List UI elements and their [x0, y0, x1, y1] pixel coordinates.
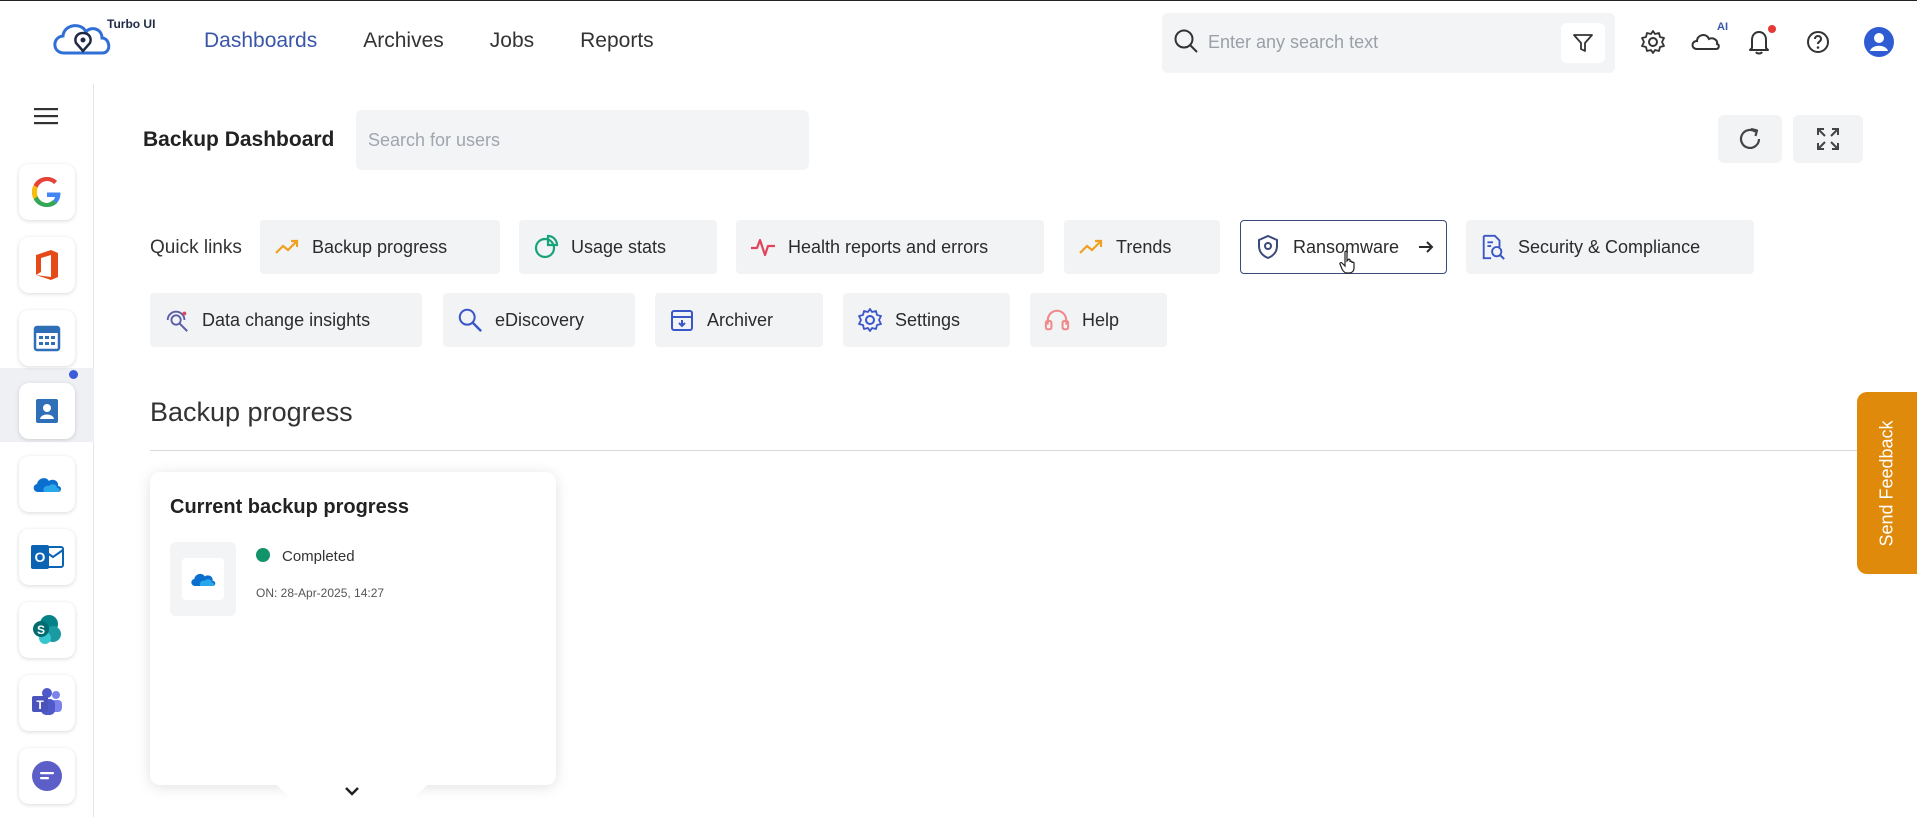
quick-link-label: Data change insights: [202, 309, 371, 330]
status-text: Completed: [282, 548, 355, 565]
quick-link-backup-progress[interactable]: Backup progress: [260, 220, 500, 274]
quick-link-label: Trends: [1116, 236, 1172, 257]
sidebar-app-chat[interactable]: [19, 748, 75, 804]
app-name: Turbo UI: [107, 17, 156, 31]
sidebar-app-google[interactable]: [19, 164, 75, 220]
shield-icon: [1255, 234, 1281, 260]
sidebar-app-sharepoint[interactable]: S: [19, 602, 75, 658]
gear-icon: [1641, 30, 1665, 54]
sidebar-app-calendar[interactable]: [19, 310, 75, 366]
page-title: Backup Dashboard: [143, 128, 335, 151]
avatar-icon: [1864, 27, 1894, 57]
fullscreen-button[interactable]: [1793, 115, 1863, 163]
chat-icon: [32, 761, 62, 791]
sidebar-app-onedrive[interactable]: [19, 456, 75, 512]
backup-progress-card: Current backup progress Completed ON: 28…: [150, 472, 556, 785]
help-button[interactable]: [1801, 25, 1835, 59]
calendar-icon: [33, 325, 61, 352]
quick-link-help[interactable]: Help: [1030, 293, 1167, 347]
svg-text:T: T: [36, 698, 44, 712]
quick-link-label: eDiscovery: [495, 309, 585, 330]
quick-links-label: Quick links: [150, 237, 242, 258]
headset-icon: [1044, 307, 1070, 333]
quick-link-health-reports[interactable]: Health reports and errors: [736, 220, 1044, 274]
card-title: Current backup progress: [170, 496, 409, 518]
quick-link-label: Backup progress: [312, 236, 448, 257]
ai-label: AI: [1717, 21, 1728, 33]
quick-link-archiver[interactable]: Archiver: [655, 293, 823, 347]
expand-icon: [1817, 128, 1839, 150]
filter-button[interactable]: [1561, 23, 1605, 63]
google-icon: [32, 177, 61, 207]
quick-link-label: Usage stats: [571, 236, 667, 257]
chevron-down-icon: [345, 787, 359, 796]
card-expand-tab[interactable]: [272, 781, 432, 817]
quick-link-data-change-insights[interactable]: Data change insights: [150, 293, 422, 347]
trend-up-icon: [274, 234, 300, 260]
trend-up-icon: [1078, 234, 1104, 260]
user-avatar[interactable]: [1862, 25, 1896, 59]
contacts-icon: [36, 399, 58, 423]
radar-icon: [164, 307, 190, 333]
hand-cursor-icon: [1339, 250, 1355, 274]
document-search-icon: [1480, 234, 1506, 260]
onedrive-icon: [33, 478, 61, 492]
main-nav: Dashboards Archives Jobs Reports: [204, 29, 700, 53]
arrow-right-icon: [1413, 234, 1439, 260]
global-search: [1162, 13, 1615, 73]
nav-archives[interactable]: Archives: [363, 29, 444, 53]
send-feedback-label: Send Feedback: [1876, 419, 1897, 547]
onedrive-badge: [69, 370, 78, 379]
office-icon: [36, 250, 58, 280]
quick-link-ediscovery[interactable]: eDiscovery: [443, 293, 635, 347]
outlook-icon: O: [31, 545, 64, 569]
quick-link-label: Security & Compliance: [1518, 236, 1701, 257]
quick-link-label: Health reports and errors: [788, 236, 989, 257]
filter-icon: [1573, 34, 1593, 52]
sidebar-app-outlook[interactable]: O: [19, 529, 75, 585]
refresh-button[interactable]: [1718, 115, 1782, 163]
status-dot: [256, 548, 270, 562]
help-icon: [1807, 31, 1829, 53]
pulse-icon: [750, 234, 776, 260]
refresh-icon: [1739, 127, 1761, 150]
user-search-input[interactable]: [356, 110, 809, 170]
bell-icon: [1749, 31, 1769, 55]
sharepoint-icon: S: [33, 615, 61, 644]
card-app-inner: [182, 558, 224, 600]
menu-icon[interactable]: [34, 106, 60, 126]
quick-link-label: Settings: [895, 309, 961, 330]
quick-link-label: Archiver: [707, 309, 774, 330]
pie-chart-icon: [533, 234, 559, 260]
archive-icon: [669, 307, 695, 333]
quick-link-settings[interactable]: Settings: [843, 293, 1010, 347]
quick-link-usage-stats[interactable]: Usage stats: [519, 220, 717, 274]
global-search-input[interactable]: [1208, 27, 1548, 57]
settings-button[interactable]: [1636, 25, 1670, 59]
nav-dashboards[interactable]: Dashboards: [204, 29, 317, 53]
nav-reports[interactable]: Reports: [580, 29, 654, 53]
nav-jobs[interactable]: Jobs: [490, 29, 534, 53]
quick-link-security-compliance[interactable]: Security & Compliance: [1466, 220, 1754, 274]
sidebar-app-teams[interactable]: T: [19, 675, 75, 731]
notification-badge: [1768, 25, 1776, 33]
svg-text:S: S: [37, 623, 45, 637]
section-divider: [150, 450, 1860, 451]
sidebar-app-contacts[interactable]: [19, 383, 75, 439]
send-feedback-button[interactable]: Send Feedback: [1857, 392, 1917, 574]
search-icon: [457, 307, 483, 333]
teams-icon: T: [32, 688, 62, 715]
search-icon: [1174, 29, 1198, 53]
onedrive-icon: [191, 573, 216, 586]
status-time: ON: 28-Apr-2025, 14:27: [256, 586, 385, 600]
section-title: Backup progress: [150, 397, 353, 427]
quick-link-label: Help: [1082, 309, 1120, 330]
card-app-tile: [170, 542, 236, 616]
gear-icon: [857, 307, 883, 333]
quick-link-trends[interactable]: Trends: [1064, 220, 1220, 274]
svg-text:O: O: [35, 549, 46, 565]
sidebar-app-office[interactable]: [19, 237, 75, 293]
top-bar: Turbo UI Dashboards Archives Jobs Report…: [0, 0, 1917, 84]
